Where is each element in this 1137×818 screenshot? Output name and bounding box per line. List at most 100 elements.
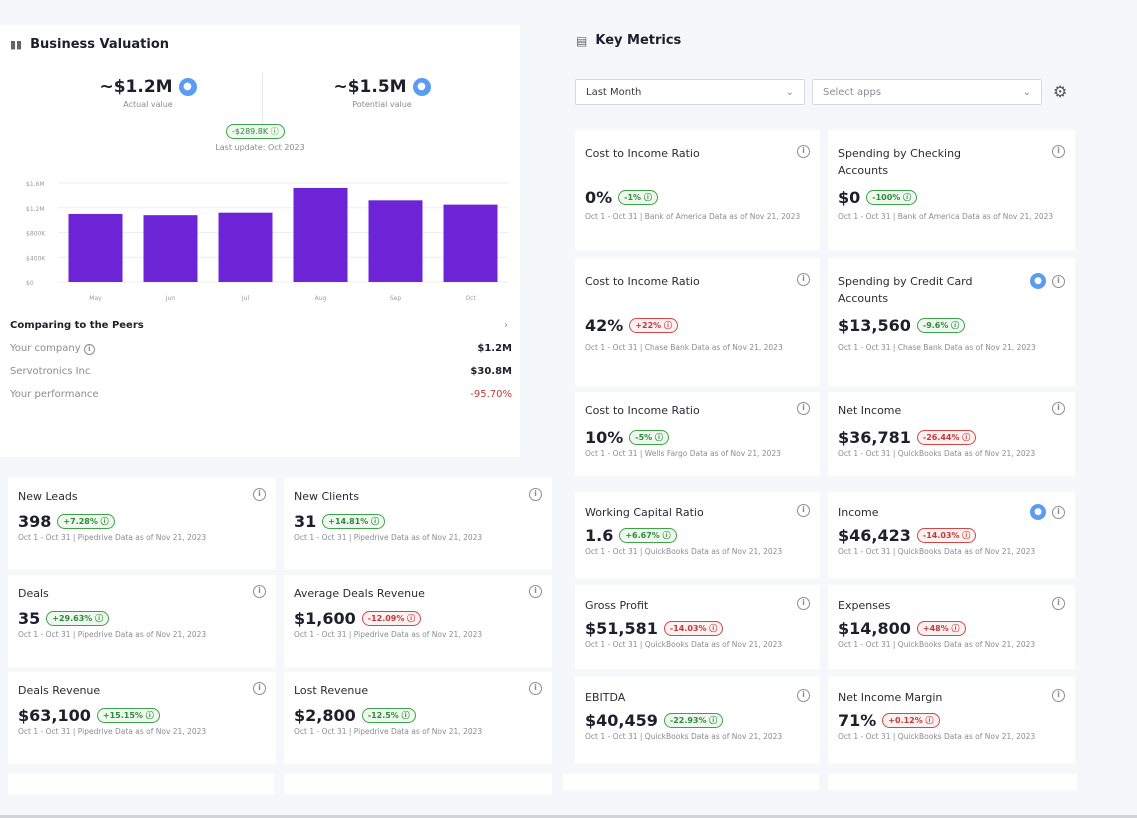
- apps-select[interactable]: Select apps ⌄: [812, 79, 1042, 105]
- change-badge: -100% ⓘ: [866, 190, 918, 205]
- potential-value-label: Potential value: [352, 100, 412, 109]
- location-pin-icon[interactable]: ●: [1030, 273, 1046, 289]
- metric-value: $63,100: [18, 706, 91, 725]
- metric-card[interactable]: Average Deals Revenue i $1,600 -12.09% ⓘ Oct…: [284, 575, 552, 667]
- change-badge: +29.63% ⓘ: [46, 611, 110, 626]
- info-icon[interactable]: i: [1052, 505, 1065, 519]
- valuation-bar-chart: $0 $400K $800K $1.2M $1.6M May Jun Jul Aug Sep Oct: [26, 181, 508, 302]
- metric-label: Net Income Margin: [838, 691, 943, 704]
- change-value: +48%: [922, 624, 949, 633]
- change-badge: -26.44% ⓘ: [916, 430, 977, 445]
- metric-value: $51,581: [585, 619, 658, 638]
- change-value: +0.12%: [888, 716, 923, 725]
- peers-title: Comparing to the Peers: [10, 320, 144, 331]
- metric-card[interactable]: Cost to Income Ratio i 0% -1% ⓘ Oct 1 - Oct …: [575, 130, 820, 250]
- info-icon[interactable]: i: [797, 273, 810, 286]
- info-icon[interactable]: i: [797, 504, 810, 517]
- metric-card[interactable]: Deals Revenue i $63,100 +15.15% ⓘ Oct 1 - Oc…: [8, 672, 276, 764]
- location-pin-icon[interactable]: ●: [178, 78, 197, 96]
- peer-label: Your company: [10, 342, 81, 354]
- metric-card[interactable]: EBITDA i $40,459 -22.93% ⓘ Oct 1 - Oct 31 | …: [575, 677, 820, 763]
- actual-value: ~$1.2M: [99, 77, 173, 97]
- metric-card[interactable]: Lost Revenue i $2,800 -12.5% ⓘ Oct 1 - Oct 3…: [284, 672, 552, 764]
- metric-card[interactable]: Working Capital Ratio i 1.6 +6.67% ⓘ Oct 1 -…: [575, 492, 820, 578]
- location-pin-icon[interactable]: ●: [1030, 504, 1046, 520]
- metric-label: Deals: [18, 587, 49, 600]
- gear-icon[interactable]: ⚙: [1053, 82, 1067, 101]
- metric-card[interactable]: Spending by Checking Accounts i $0 -100% ⓘ O…: [828, 130, 1075, 250]
- info-icon[interactable]: i: [529, 488, 542, 501]
- change-value: -22.93%: [669, 716, 707, 725]
- apps-select-placeholder: Select apps: [823, 86, 882, 98]
- metric-card[interactable]: Cost to Income Ratio i 10% -5% ⓘ Oct 1 - Oct…: [575, 392, 820, 476]
- change-badge: +48% ⓘ: [916, 621, 966, 636]
- info-icon[interactable]: i: [253, 488, 266, 501]
- change-value: +22%: [635, 321, 662, 330]
- change-badge: -5% ⓘ: [629, 430, 669, 445]
- info-icon[interactable]: i: [529, 682, 542, 695]
- chevron-right-icon[interactable]: ›: [504, 320, 508, 331]
- info-icon[interactable]: i: [253, 585, 266, 598]
- bar-jul[interactable]: [218, 212, 273, 282]
- metric-card[interactable]: Cost to Income Ratio i 42% +22% ⓘ Oct 1 - Oc…: [575, 258, 820, 386]
- y-tick-label: $1.6M: [26, 181, 45, 188]
- info-icon[interactable]: i: [253, 682, 266, 695]
- info-icon[interactable]: i: [797, 689, 810, 702]
- metric-footnote: Oct 1 - Oct 31 | QuickBooks Data as of N…: [838, 640, 1036, 649]
- metric-label: Gross Profit: [585, 599, 649, 612]
- business-valuation-title: Business Valuation: [30, 37, 170, 52]
- chevron-down-icon: ⌄: [785, 86, 794, 98]
- metric-card[interactable]: Net Income i $36,781 -26.44% ⓘ Oct 1 - Oct 3…: [828, 392, 1075, 476]
- partial-card: [8, 774, 274, 794]
- change-badge: -12.09% ⓘ: [361, 611, 422, 626]
- bar-jun[interactable]: [143, 215, 198, 282]
- metric-card[interactable]: Spending by Credit Card Accounts ● i $13,56…: [828, 258, 1075, 386]
- metric-label: Working Capital Ratio: [585, 506, 704, 519]
- bar-may[interactable]: [68, 213, 123, 282]
- metric-card[interactable]: New Leads i 398 +7.28% ⓘ Oct 1 - Oct 31 | Pi…: [8, 478, 276, 570]
- metric-label: Net Income: [838, 404, 902, 417]
- metric-value: $40,459: [585, 711, 658, 730]
- metric-value: 71%: [838, 711, 877, 730]
- metric-card[interactable]: Expenses i $14,800 +48% ⓘ Oct 1 - Oct 31 | Q…: [828, 585, 1075, 669]
- info-icon[interactable]: i: [1052, 145, 1065, 158]
- metric-value: $0: [838, 188, 861, 207]
- bar-oct[interactable]: [443, 204, 498, 282]
- metric-card[interactable]: New Clients i 31 +14.81% ⓘ Oct 1 - Oct 31 | …: [284, 478, 552, 570]
- bar-sep[interactable]: [368, 200, 423, 282]
- metric-card[interactable]: Net Income Margin i 71% +0.12% ⓘ Oct 1 - Oct…: [828, 677, 1075, 763]
- info-icon[interactable]: i: [797, 402, 810, 415]
- info-icon[interactable]: i: [1052, 597, 1065, 610]
- change-badge: +22% ⓘ: [629, 318, 678, 333]
- metric-card[interactable]: Income ● i $46,423 -14.03% ⓘ Oct 1 - Oct 31 |…: [828, 492, 1075, 578]
- metric-value: 0%: [585, 188, 613, 207]
- metric-card[interactable]: Gross Profit i $51,581 -14.03% ⓘ Oct 1 - Oct…: [575, 585, 820, 669]
- location-pin-icon[interactable]: ●: [412, 78, 431, 96]
- info-icon[interactable]: i: [1052, 274, 1065, 288]
- change-badge: +15.15% ⓘ: [96, 708, 160, 723]
- metric-card[interactable]: Deals i 35 +29.63% ⓘ Oct 1 - Oct 31 | Pipedr…: [8, 575, 276, 667]
- value-difference-badge: -$289.8K ⓘ: [226, 121, 285, 140]
- metric-value: 398: [18, 512, 52, 531]
- period-select[interactable]: Last Month ⌄: [575, 79, 805, 105]
- metric-footnote: Oct 1 - Oct 31 | QuickBooks Data as of N…: [838, 547, 1036, 556]
- info-icon[interactable]: i: [1052, 402, 1065, 415]
- info-icon[interactable]: i: [529, 585, 542, 598]
- metric-footnote: Oct 1 - Oct 31 | Wells Fargo Data as of …: [585, 449, 781, 458]
- change-value: -1%: [624, 193, 642, 202]
- info-icon[interactable]: i: [797, 597, 810, 610]
- x-tick-label: Jun: [165, 295, 176, 302]
- metric-label: EBITDA: [585, 691, 626, 704]
- partial-card: [284, 774, 552, 794]
- metric-value: $46,423: [838, 526, 911, 545]
- metric-value: $13,560: [838, 316, 911, 335]
- bar-aug[interactable]: [293, 187, 348, 282]
- change-badge: -14.03% ⓘ: [916, 528, 977, 543]
- metric-footnote: Oct 1 - Oct 31 | Pipedrive Data as of No…: [18, 533, 207, 542]
- last-update: Last update: Oct 2023: [215, 143, 305, 152]
- key-metrics-title: Key Metrics: [595, 33, 682, 48]
- info-icon[interactable]: i: [797, 145, 810, 158]
- info-icon[interactable]: i: [1052, 689, 1065, 702]
- change-value: +15.15%: [102, 711, 143, 720]
- info-icon[interactable]: i: [83, 343, 95, 355]
